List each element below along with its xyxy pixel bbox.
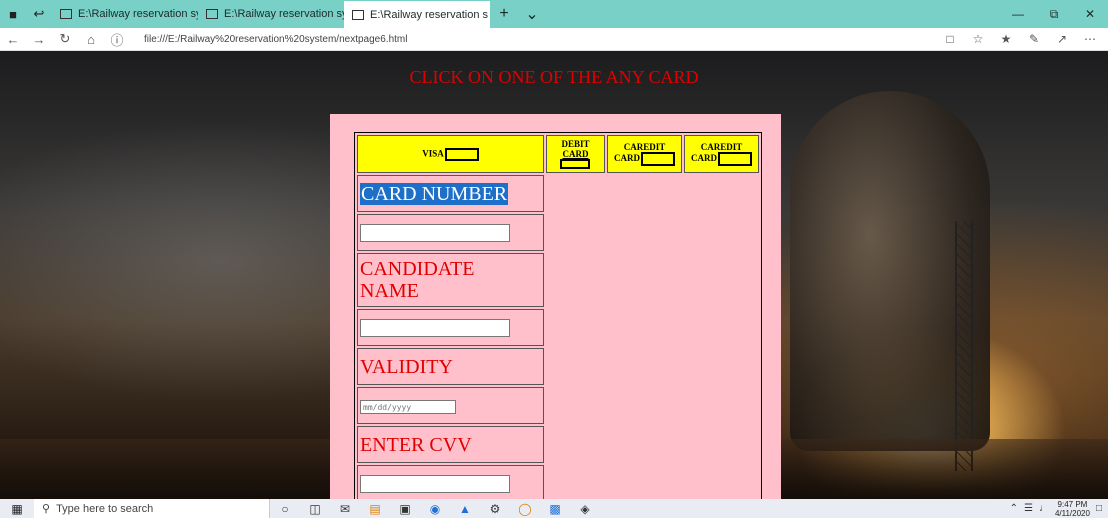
- reading-view-icon[interactable]: □: [938, 32, 962, 46]
- forward-icon[interactable]: →: [26, 32, 52, 47]
- tab-actions-icon[interactable]: ■: [0, 0, 26, 28]
- tab-label: E:\Railway reservation syste: [224, 8, 344, 20]
- page-icon: [352, 9, 364, 20]
- store-icon[interactable]: ▣: [390, 502, 420, 516]
- card-number-label-cell: CARD NUMBER: [357, 175, 544, 212]
- notifications-icon[interactable]: □: [1096, 503, 1102, 514]
- candidate-name-input[interactable]: [360, 319, 510, 337]
- debit-label-2: CARD: [562, 148, 589, 159]
- system-tray: ⌃ ☰ ♩ 9:47 PM 4/11/2020 □: [1010, 500, 1108, 518]
- favorites-icon[interactable]: ★: [994, 32, 1018, 46]
- share-icon[interactable]: ↗: [1050, 32, 1074, 46]
- validity-input-cell: [357, 387, 544, 424]
- favorite-star-icon[interactable]: ☆: [966, 32, 990, 46]
- page-icon: [206, 9, 218, 19]
- candidate-name-label-2: NAME: [360, 280, 419, 302]
- browser-titlebar: ■ ↩ E:\Railway reservation syste E:\Rail…: [0, 0, 1108, 28]
- credit-card-option-1[interactable]: CAREDIT CARD: [607, 135, 683, 173]
- restore-icon[interactable]: ⧉: [1036, 0, 1072, 28]
- page-heading: CLICK ON ONE OF THE ANY CARD: [409, 67, 699, 87]
- tab-list-chevron-icon[interactable]: ⌄: [518, 0, 546, 28]
- validity-label-cell: VALIDITY: [357, 348, 544, 385]
- cvv-input[interactable]: [360, 475, 510, 493]
- card-number-label: CARD NUMBER: [360, 182, 509, 205]
- chrome-icon[interactable]: ◯: [510, 502, 540, 516]
- cvv-label-cell: ENTER CVV: [357, 426, 544, 463]
- visa-label: VISA: [422, 148, 444, 159]
- close-window-icon[interactable]: ✕: [1072, 0, 1108, 28]
- address-bar: ← → ↻ ⌂ ⓘ file:///E:/Railway%20reservati…: [0, 28, 1108, 51]
- visa-card-icon: [444, 147, 479, 161]
- validity-label: VALIDITY: [360, 355, 453, 378]
- clock[interactable]: 9:47 PM 4/11/2020: [1055, 500, 1090, 518]
- candidate-name-input-cell: [357, 309, 544, 346]
- app-icon[interactable]: ▲: [450, 502, 480, 516]
- windows-start-icon[interactable]: ▦: [0, 502, 34, 516]
- back-icon[interactable]: ←: [0, 32, 26, 47]
- debit-card-option[interactable]: DEBIT CARD: [545, 135, 606, 173]
- set-aside-tabs-icon[interactable]: ↩: [26, 0, 52, 28]
- calendar-app-icon[interactable]: ▩: [540, 502, 570, 516]
- debit-label-1: DEBIT: [561, 138, 590, 149]
- visa-card-option[interactable]: VISA: [357, 135, 544, 173]
- notes-pen-icon[interactable]: ✎: [1022, 32, 1046, 46]
- new-tab-button[interactable]: +: [490, 0, 518, 28]
- credit1-card-icon: [641, 152, 676, 166]
- info-icon[interactable]: ⓘ: [104, 30, 130, 49]
- clock-time: 9:47 PM: [1057, 499, 1088, 509]
- window-controls: — ⧉ ✕: [1000, 0, 1108, 28]
- card-number-input-cell: [357, 214, 544, 251]
- file-explorer-icon[interactable]: ▤: [360, 502, 390, 516]
- minimize-icon[interactable]: —: [1000, 0, 1036, 28]
- credit2-label-1: CAREDIT: [700, 142, 743, 152]
- task-view-icon[interactable]: ◫: [300, 502, 330, 516]
- search-placeholder: Type here to search: [56, 502, 154, 515]
- show-hidden-icons-chevron-icon[interactable]: ⌃: [1010, 503, 1018, 514]
- credit2-card-icon: [718, 152, 752, 166]
- card-table: VISA DEBIT CARD CAREDIT CARD CAREDIT CAR…: [354, 132, 762, 499]
- background-tower-image: [955, 221, 973, 471]
- browser-tab-1[interactable]: E:\Railway reservation syste: [52, 0, 198, 28]
- search-icon: ⚲: [42, 503, 51, 515]
- edge-browser-icon[interactable]: ◉: [420, 502, 450, 516]
- validity-date-input[interactable]: [360, 400, 456, 414]
- paint-icon[interactable]: ◈: [570, 502, 600, 516]
- address-bar-actions: □ ☆ ★ ✎ ↗ ⋯: [938, 32, 1108, 46]
- cvv-label: ENTER CVV: [360, 433, 472, 456]
- more-icon[interactable]: ⋯: [1078, 32, 1102, 46]
- payment-panel: VISA DEBIT CARD CAREDIT CARD CAREDIT CAR…: [330, 114, 781, 499]
- candidate-name-label-cell: CANDIDATE NAME: [357, 253, 544, 307]
- credit1-label-1: CAREDIT: [623, 142, 666, 152]
- candidate-name-label-1: CANDIDATE: [360, 258, 475, 280]
- cortana-icon[interactable]: ○: [270, 502, 300, 516]
- cvv-input-cell: [357, 465, 544, 499]
- card-number-input[interactable]: [360, 224, 510, 242]
- home-icon[interactable]: ⌂: [78, 32, 104, 47]
- browser-tab-2[interactable]: E:\Railway reservation syste: [198, 0, 344, 28]
- debit-card-icon: [560, 159, 591, 170]
- credit2-label-2: CARD: [691, 153, 717, 164]
- taskbar: ▦ ⚲ Type here to search ○ ◫ ✉ ▤ ▣ ◉ ▲ ⚙ …: [0, 499, 1108, 518]
- credit-card-option-2[interactable]: CAREDIT CARD: [684, 135, 759, 173]
- browser-tab-3[interactable]: E:\Railway reservation s ✕: [344, 0, 490, 28]
- taskbar-search-box[interactable]: ⚲ Type here to search: [34, 499, 270, 518]
- web-page: CLICK ON ONE OF THE ANY CARD VISA DEBIT …: [0, 51, 1108, 499]
- mail-icon[interactable]: ✉: [330, 502, 360, 516]
- url-field[interactable]: file:///E:/Railway%20reservation%20syste…: [144, 34, 407, 45]
- network-icon[interactable]: ☰: [1024, 503, 1033, 514]
- empty-area: [546, 175, 759, 499]
- volume-icon[interactable]: ♩: [1039, 503, 1049, 514]
- credit1-label-2: CARD: [614, 153, 641, 164]
- settings-gear-icon[interactable]: ⚙: [480, 502, 510, 516]
- tab-label: E:\Railway reservation s: [370, 8, 488, 21]
- clock-date: 4/11/2020: [1054, 508, 1090, 518]
- page-icon: [60, 9, 72, 19]
- refresh-icon[interactable]: ↻: [52, 31, 78, 47]
- tab-label: E:\Railway reservation syste: [78, 8, 198, 20]
